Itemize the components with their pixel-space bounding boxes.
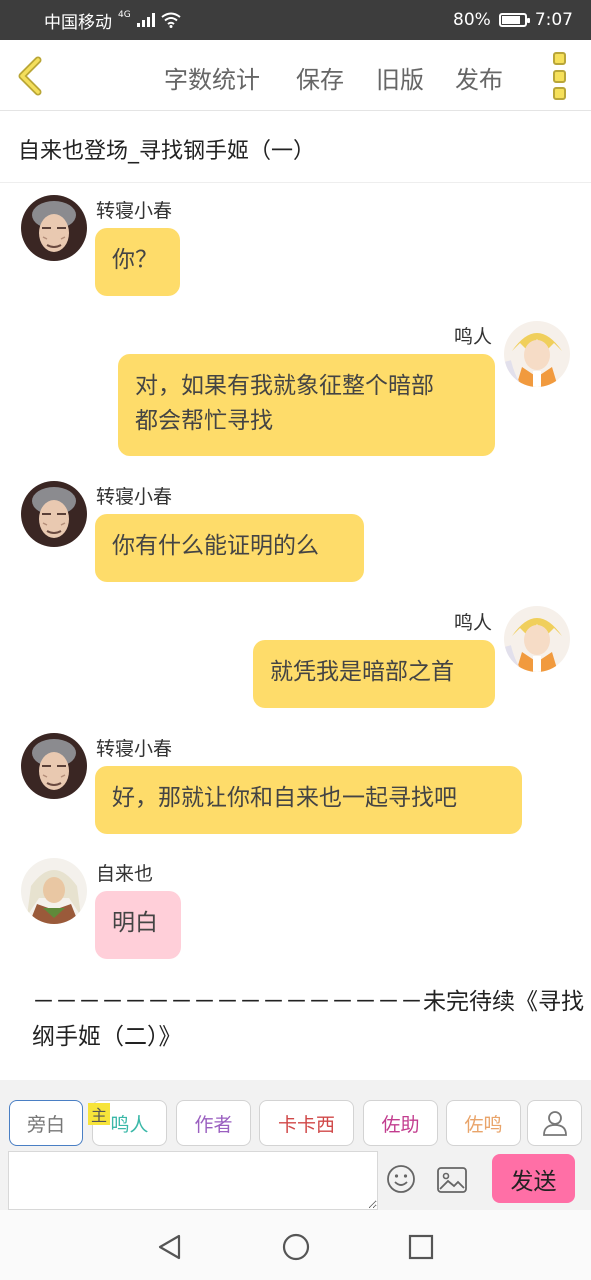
wifi-icon: [161, 12, 181, 28]
narration-line: 纲手姬（二）》: [32, 1024, 182, 1050]
avatar-naruto[interactable]: [504, 606, 570, 672]
role-label: 作者: [194, 1113, 233, 1136]
role-label: 佐鸣: [464, 1113, 503, 1136]
signal-icon: [136, 13, 155, 27]
back-button[interactable]: [12, 54, 52, 98]
narration-line: －－－－－－－－－－－－－－－－－未完待续《寻找: [32, 989, 584, 1015]
role-label: 鸣人: [110, 1113, 149, 1136]
message-bubble[interactable]: 对，如果有我就象征整个暗部 都会帮忙寻找: [118, 354, 495, 456]
message-bubble[interactable]: 就凭我是暗部之首: [253, 640, 495, 708]
nav-home-button[interactable]: [281, 1232, 311, 1262]
triangle-back-icon: [158, 1234, 181, 1260]
message-text: 明白: [112, 910, 158, 936]
message-bubble[interactable]: 明白: [95, 891, 181, 959]
publish-button[interactable]: 发布: [455, 60, 503, 95]
message-text: 你有什么能证明的么: [112, 533, 319, 559]
send-button[interactable]: 发送: [492, 1154, 575, 1203]
story-title-row[interactable]: 自来也登场_寻找钢手姬（一）: [0, 111, 591, 183]
clock: 7:07: [534, 10, 573, 30]
speaker-name: 自来也: [96, 863, 154, 885]
emoji-icon: [387, 1165, 415, 1193]
avatar-naruto[interactable]: [504, 321, 570, 387]
old-version-button[interactable]: 旧版: [376, 60, 424, 95]
nav-recents-button[interactable]: [406, 1232, 436, 1262]
emoji-button[interactable]: [386, 1164, 416, 1194]
message-text-line: 对，如果有我就象征整个暗部: [135, 373, 434, 399]
host-badge: 主: [88, 1103, 110, 1125]
narration-text[interactable]: －－－－－－－－－－－－－－－－－未完待续《寻找 纲手姬（二）》: [32, 985, 584, 1055]
avatar-jiraiya[interactable]: [21, 858, 87, 924]
role-sasuke[interactable]: 佐助: [363, 1100, 438, 1146]
speaker-name: 转寝小春: [96, 738, 173, 760]
system-nav-bar: [0, 1210, 591, 1280]
role-author[interactable]: 作者: [176, 1100, 251, 1146]
save-button[interactable]: 保存: [296, 60, 344, 95]
chat-story-editor: 中国移动 4G 80% 7:07 字数统计 保存 旧版 发布 自来也登场_寻找钢…: [0, 0, 591, 1280]
avatar-koharu[interactable]: [21, 481, 87, 547]
speaker-name: 鸣人: [454, 612, 493, 634]
message-bubble[interactable]: 好，那就让你和自来也一起寻找吧: [95, 766, 522, 834]
message-text-line: 都会帮忙寻找: [135, 408, 273, 434]
speaker-name: 转寝小春: [96, 486, 173, 508]
role-label: 旁白: [26, 1113, 65, 1136]
word-count-button[interactable]: 字数统计: [164, 60, 260, 95]
status-bar: 中国移动 4G 80% 7:07: [0, 0, 591, 40]
chevron-left-icon: [18, 56, 42, 96]
image-button[interactable]: [436, 1166, 468, 1194]
network-type: 4G: [118, 10, 131, 20]
message-input[interactable]: [8, 1151, 378, 1210]
avatar-koharu[interactable]: [21, 195, 87, 261]
more-icon[interactable]: [553, 52, 569, 100]
role-kakashi[interactable]: 卡卡西: [259, 1100, 354, 1146]
role-sasunaru[interactable]: 佐鸣: [446, 1100, 521, 1146]
speaker-name: 转寝小春: [96, 200, 173, 222]
top-toolbar: 字数统计 保存 旧版 发布: [0, 40, 591, 111]
composer: 发送: [0, 1148, 591, 1210]
role-label: 佐助: [381, 1113, 420, 1136]
avatar-koharu[interactable]: [21, 733, 87, 799]
image-icon: [437, 1167, 467, 1193]
message-bubble[interactable]: 你？: [95, 228, 180, 296]
user-icon: [542, 1111, 567, 1136]
role-narrator[interactable]: 旁白: [9, 1100, 83, 1146]
manage-roles-button[interactable]: [527, 1100, 582, 1146]
message-text: 就凭我是暗部之首: [270, 659, 454, 685]
message-text: 好，那就让你和自来也一起寻找吧: [112, 785, 457, 811]
circle-home-icon: [282, 1233, 310, 1261]
message-text: 你？: [112, 247, 158, 273]
battery-percent: 80%: [453, 10, 491, 30]
nav-back-button[interactable]: [155, 1232, 185, 1262]
carrier-label: 中国移动: [44, 12, 112, 33]
story-title: 自来也登场_寻找钢手姬（一）: [18, 139, 316, 164]
speaker-name: 鸣人: [454, 326, 493, 348]
square-recents-icon: [408, 1234, 434, 1260]
battery-icon: [498, 13, 530, 27]
send-label: 发送: [510, 1168, 557, 1195]
message-bubble[interactable]: 你有什么能证明的么: [95, 514, 364, 582]
role-label: 卡卡西: [277, 1113, 335, 1136]
